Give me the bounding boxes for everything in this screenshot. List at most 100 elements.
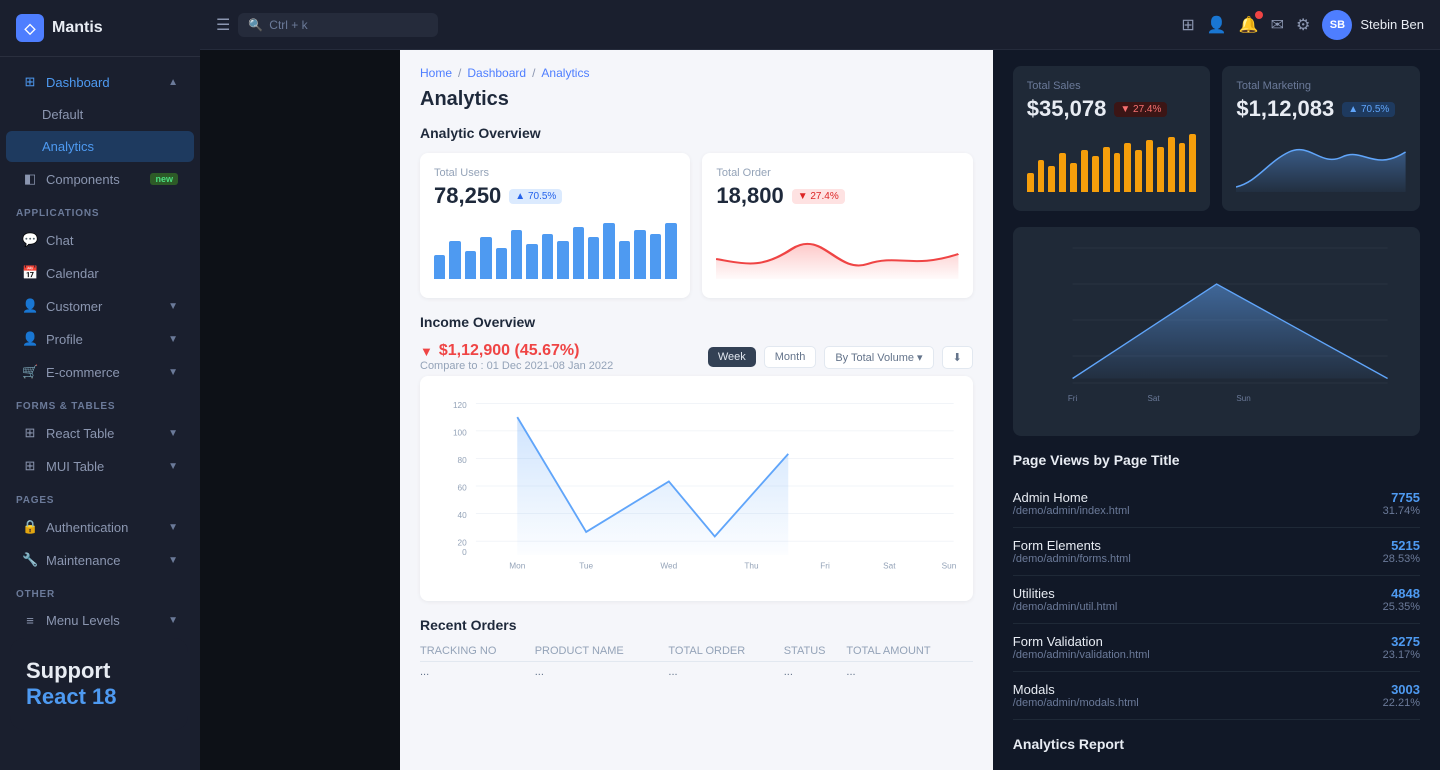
stat-badge: ▼ 27.4% (792, 189, 845, 204)
pv-title: Form Validation (1013, 634, 1150, 649)
svg-text:Sat: Sat (1147, 394, 1160, 403)
svg-text:80: 80 (458, 456, 468, 465)
avatar-circle: SB (1322, 10, 1352, 40)
download-button[interactable]: ⬇ (942, 346, 973, 369)
support-popup[interactable]: Support React 18 (10, 638, 188, 730)
chevron-down-icon: ▼ (168, 301, 178, 312)
income-section-title: Income Overview (420, 314, 973, 330)
settings-icon[interactable]: ⚙ (1296, 15, 1310, 35)
sidebar-item-label: Maintenance (46, 553, 120, 568)
sidebar-item-analytics[interactable]: Analytics (6, 131, 194, 162)
search-placeholder: Ctrl + k (269, 18, 307, 32)
svg-text:40: 40 (458, 511, 468, 520)
topbar-icons: ⊞ 👤 🔔 ✉ ⚙ SB Stebin Ben (1181, 10, 1424, 40)
recent-orders-section: TRACKING NO PRODUCT NAME TOTAL ORDER STA… (420, 641, 973, 682)
sidebar-item-ecommerce[interactable]: 🛒 E-commerce ▼ (6, 356, 194, 388)
stat-badge: ▲ 70.5% (1342, 102, 1395, 117)
svg-text:20: 20 (458, 539, 468, 548)
stat-card-total-sales-dark: Total Sales $35,078 ▼ 27.4% (1013, 66, 1211, 211)
app-name: Mantis (52, 19, 103, 37)
analytics-report-title: Analytics Report (1013, 736, 1420, 752)
grid-icon[interactable]: ⊞ (1181, 15, 1194, 35)
customer-icon: 👤 (22, 298, 38, 314)
sidebar-item-default[interactable]: Default (6, 99, 194, 130)
right-panel: Total Sales $35,078 ▼ 27.4% Total Market… (993, 50, 1440, 770)
sidebar-item-customer[interactable]: 👤 Customer ▼ (6, 290, 194, 322)
mail-icon[interactable]: ✉ (1271, 15, 1284, 35)
sidebar-item-dashboard[interactable]: ⊞ Dashboard ▲ (6, 66, 194, 98)
svg-text:Mon: Mon (509, 562, 525, 571)
sidebar-item-label: Profile (46, 332, 83, 347)
breadcrumb: Home / Dashboard / Analytics (420, 66, 973, 80)
col-product: PRODUCT NAME (535, 641, 669, 662)
breadcrumb-dashboard[interactable]: Dashboard (467, 66, 526, 80)
support-title: Support (26, 658, 172, 684)
profile-icon: 👤 (22, 331, 38, 347)
new-badge: new (150, 173, 178, 185)
dashboard-icon: ⊞ (22, 74, 38, 90)
sidebar-item-profile[interactable]: 👤 Profile ▼ (6, 323, 194, 355)
notification-badge (1255, 11, 1263, 19)
stat-label: Total Order (716, 167, 958, 179)
stat-value: $1,12,083 (1236, 96, 1334, 122)
svg-text:Thu: Thu (744, 562, 759, 571)
sidebar-item-chat[interactable]: 💬 Chat (6, 224, 194, 256)
week-button[interactable]: Week (708, 347, 756, 367)
stat-label: Total Marketing (1236, 80, 1406, 92)
sidebar-section-forms: Forms & Tables (0, 389, 200, 416)
sidebar-item-label: Chat (46, 233, 73, 248)
sidebar-item-label: Default (42, 107, 83, 122)
area-chart-red (716, 219, 958, 279)
search-icon: 🔍 (248, 18, 263, 32)
sidebar-item-menu-levels[interactable]: ≡ Menu Levels ▼ (6, 605, 194, 636)
pv-path: /demo/admin/index.html (1013, 505, 1130, 517)
sidebar-item-label: React Table (46, 426, 114, 441)
page-views-item: Modals /demo/admin/modals.html 3003 22.2… (1013, 672, 1420, 720)
search-box[interactable]: 🔍 Ctrl + k (238, 13, 438, 37)
sidebar-item-mui-table[interactable]: ⊞ MUI Table ▼ (6, 450, 194, 482)
ecommerce-icon: 🛒 (22, 364, 38, 380)
income-overview-section: Income Overview ▼ $1,12,900 (45.67%) Com… (420, 314, 973, 601)
user-name: Stebin Ben (1360, 17, 1424, 32)
calendar-icon: 📅 (22, 265, 38, 281)
col-total-order: TOTAL ORDER (668, 641, 783, 662)
pv-path: /demo/admin/util.html (1013, 601, 1118, 613)
income-header: ▼ $1,12,900 (45.67%) Compare to : 01 Dec… (420, 342, 973, 372)
sidebar-logo[interactable]: ◇ Mantis (0, 0, 200, 57)
breadcrumb-home[interactable]: Home (420, 66, 452, 80)
user-icon[interactable]: 👤 (1207, 15, 1227, 35)
chevron-down-icon: ▼ (168, 367, 178, 378)
sidebar-item-label: Calendar (46, 266, 99, 281)
page-views-item: Utilities /demo/admin/util.html 4848 25.… (1013, 576, 1420, 624)
sidebar-item-react-table[interactable]: ⊞ React Table ▼ (6, 417, 194, 449)
user-avatar[interactable]: SB Stebin Ben (1322, 10, 1424, 40)
month-button[interactable]: Month (764, 346, 817, 368)
stat-card-total-marketing-dark: Total Marketing $1,12,083 ▲ 70.5% (1222, 66, 1420, 211)
sidebar-item-label: MUI Table (46, 459, 104, 474)
svg-text:Sun: Sun (942, 562, 957, 571)
sidebar-item-components[interactable]: ◧ Components new (6, 163, 194, 195)
page-views-title: Page Views by Page Title (1013, 452, 1420, 468)
svg-text:Tue: Tue (579, 562, 593, 571)
chevron-down-icon: ▼ (168, 555, 178, 566)
income-controls: Week Month By Total Volume ▾ ⬇ (708, 346, 973, 369)
sidebar-item-label: Analytics (42, 139, 94, 154)
hamburger-icon[interactable]: ☰ (216, 15, 230, 35)
main-content: Home / Dashboard / Analytics Analytics A… (400, 50, 1440, 770)
stat-card-total-order: Total Order 18,800 ▼ 27.4% (702, 153, 972, 298)
pv-path: /demo/admin/forms.html (1013, 553, 1131, 565)
sidebar: ◇ Mantis ⊞ Dashboard ▲ Default Analytics… (0, 0, 200, 770)
logo-icon: ◇ (16, 14, 44, 42)
svg-text:Sat: Sat (883, 562, 896, 571)
pv-pct: 31.74% (1383, 505, 1420, 517)
sidebar-item-calendar[interactable]: 📅 Calendar (6, 257, 194, 289)
sidebar-item-maintenance[interactable]: 🔧 Maintenance ▼ (6, 544, 194, 576)
stat-value: 18,800 (716, 183, 783, 209)
stat-cards-row: Total Users 78,250 ▲ 70.5% Total Order 1… (420, 153, 973, 298)
notification-icon[interactable]: 🔔 (1239, 15, 1259, 35)
sidebar-item-authentication[interactable]: 🔒 Authentication ▼ (6, 511, 194, 543)
stat-badge: ▲ 70.5% (509, 189, 562, 204)
chevron-down-icon: ▼ (168, 428, 178, 439)
stat-value: $35,078 (1027, 96, 1107, 122)
volume-button[interactable]: By Total Volume ▾ (824, 346, 933, 369)
